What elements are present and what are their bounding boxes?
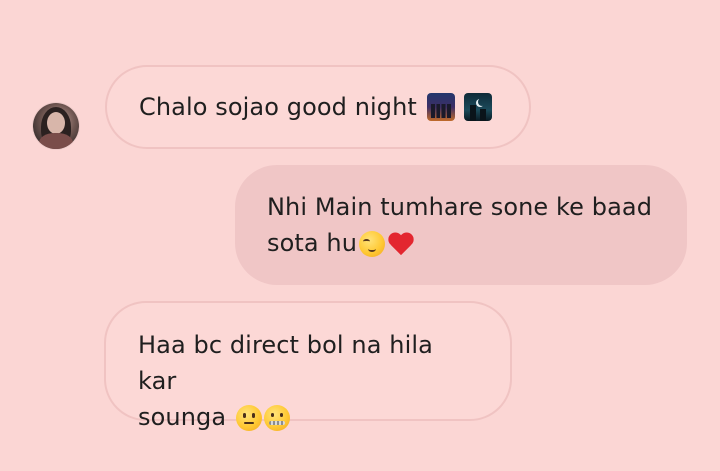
message-bubble-incoming-1[interactable]: Chalo sojao good night bbox=[105, 65, 531, 149]
contact-avatar[interactable] bbox=[33, 103, 79, 149]
message-bubble-outgoing-1[interactable]: Nhi Main tumhare sone ke baad sota hu bbox=[235, 165, 687, 285]
neutral-face-icon bbox=[235, 405, 262, 431]
avatar-face bbox=[47, 112, 65, 134]
blushing-face-icon bbox=[359, 231, 386, 257]
zipper-mouth-face-icon bbox=[263, 405, 290, 431]
avatar-body bbox=[39, 133, 73, 149]
message-text: Nhi Main tumhare sone ke baad sota hu bbox=[267, 193, 653, 257]
message-text: Chalo sojao good night bbox=[139, 93, 417, 121]
message-bubble-incoming-2[interactable]: Haa bc direct bol na hila kar sounga bbox=[104, 301, 512, 431]
chat-thread: Chalo sojao good night Nhi Main tumhare … bbox=[0, 0, 720, 471]
night-city-icon bbox=[426, 93, 455, 121]
night-moon-icon bbox=[464, 93, 493, 121]
red-heart-icon bbox=[387, 231, 415, 257]
